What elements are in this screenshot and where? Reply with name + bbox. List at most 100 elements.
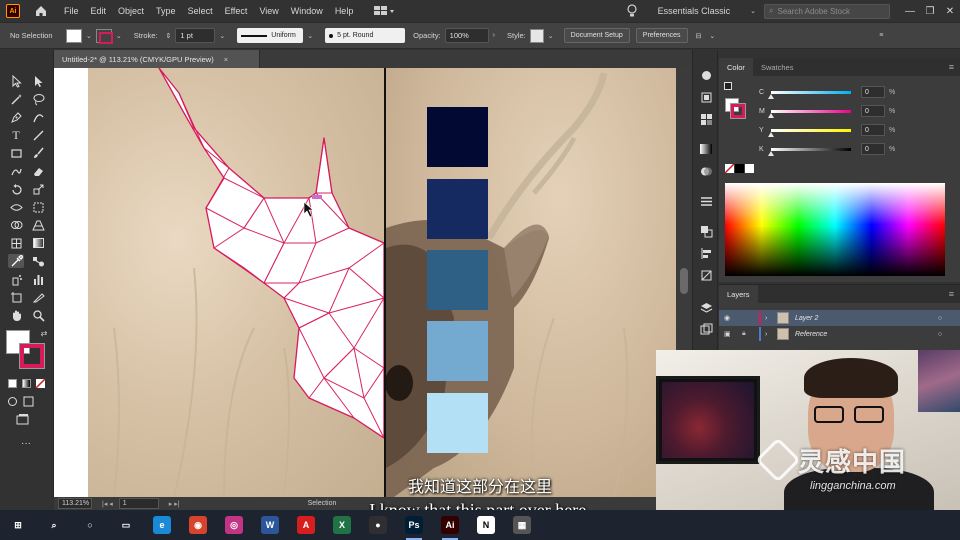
palette-swatch[interactable] xyxy=(427,250,488,310)
stroke-panel-icon[interactable] xyxy=(698,194,714,208)
taskbar-item[interactable]: Ai xyxy=(432,510,468,540)
palette-swatch[interactable] xyxy=(427,179,488,239)
edit-toolbar-icon[interactable]: ··· xyxy=(18,436,34,450)
magenta-field[interactable]: 0 xyxy=(861,105,885,117)
taskbar-item[interactable]: Ps xyxy=(396,510,432,540)
document-tab[interactable]: Untitled-2* @ 113.21% (CMYK/GPU Preview)… xyxy=(54,50,260,68)
stepper-icon[interactable]: ⇕ xyxy=(166,32,172,40)
taskbar-item[interactable]: ◉ xyxy=(180,510,216,540)
taskbar-item[interactable]: X xyxy=(324,510,360,540)
brush-definition[interactable]: 5 pt. Round xyxy=(325,28,406,43)
chevron-right-icon[interactable]: › xyxy=(493,32,495,39)
layer-row[interactable]: ◉ › Layer 2 ○ xyxy=(719,310,960,326)
layer-name[interactable]: Reference xyxy=(795,331,827,338)
close-icon[interactable]: ✕ xyxy=(940,6,960,17)
mesh-tool-icon[interactable] xyxy=(8,236,24,250)
taskbar-item[interactable]: W xyxy=(252,510,288,540)
slider-knob[interactable] xyxy=(768,93,774,99)
column-graph-tool-icon[interactable] xyxy=(30,272,46,286)
type-tool-icon[interactable]: T xyxy=(8,128,24,142)
chevron-down-icon[interactable]: ⌄ xyxy=(86,32,92,40)
yellow-slider[interactable] xyxy=(768,128,851,137)
taskbar-item[interactable]: N xyxy=(468,510,504,540)
magenta-slider[interactable] xyxy=(768,109,851,118)
tab-color[interactable]: Color xyxy=(719,58,753,76)
cyan-slider[interactable] xyxy=(768,90,851,99)
slider-knob[interactable] xyxy=(768,150,774,156)
taskbar-item[interactable]: ⌕ xyxy=(36,510,72,540)
lasso-tool-icon[interactable] xyxy=(30,92,46,106)
document-setup-button[interactable]: Document Setup xyxy=(563,28,630,43)
perspective-grid-tool-icon[interactable] xyxy=(30,218,46,232)
shaper-tool-icon[interactable] xyxy=(8,164,24,178)
swap-fill-stroke-icon[interactable]: ⇄ xyxy=(36,326,52,340)
menu-view[interactable]: View xyxy=(259,6,278,16)
pathfinder-icon[interactable] xyxy=(698,224,714,238)
color-panel-icon[interactable] xyxy=(698,68,714,82)
none-mode-icon[interactable] xyxy=(32,376,48,390)
screen-mode-icon[interactable] xyxy=(14,412,30,426)
workspace-switcher[interactable]: Essentials Classic xyxy=(658,6,731,16)
free-transform-tool-icon[interactable] xyxy=(30,200,46,214)
taskbar-item[interactable]: A xyxy=(288,510,324,540)
chevron-down-icon[interactable]: ⌄ xyxy=(219,32,225,40)
slice-tool-icon[interactable] xyxy=(30,290,46,304)
stock-search-input[interactable]: ⌕ Search Adobe Stock xyxy=(764,3,890,19)
align-icon[interactable]: ⊟ xyxy=(696,32,702,40)
color-spectrum[interactable] xyxy=(725,183,945,276)
line-segment-tool-icon[interactable] xyxy=(30,128,46,142)
slider-knob[interactable] xyxy=(768,112,774,118)
eyedropper-tool-icon[interactable] xyxy=(8,254,24,268)
chevron-down-icon[interactable]: ⌄ xyxy=(548,32,554,40)
gradient-tool-icon[interactable] xyxy=(30,236,46,250)
menu-effect[interactable]: Effect xyxy=(225,6,248,16)
menu-window[interactable]: Window xyxy=(291,6,323,16)
width-tool-icon[interactable] xyxy=(8,200,24,214)
blend-tool-icon[interactable] xyxy=(30,254,46,268)
tab-swatches[interactable]: Swatches xyxy=(753,58,802,76)
slider-knob[interactable] xyxy=(768,131,774,137)
panel-menu-icon[interactable]: ≡ xyxy=(949,62,954,72)
transform-panel-icon[interactable] xyxy=(698,268,714,282)
artboard-canvas[interactable] xyxy=(54,68,676,497)
target-circle-icon[interactable]: ○ xyxy=(938,331,942,338)
color-guide-icon[interactable] xyxy=(698,90,714,104)
opacity-label[interactable]: Opacity: xyxy=(413,31,441,40)
draw-mode-icon[interactable] xyxy=(20,394,36,408)
cyan-field[interactable]: 0 xyxy=(861,86,885,98)
more-options-icon[interactable]: ≡ xyxy=(879,32,883,39)
scrollbar-thumb[interactable] xyxy=(680,268,688,294)
taskbar-item[interactable]: ● xyxy=(360,510,396,540)
symbol-sprayer-tool-icon[interactable] xyxy=(8,272,24,286)
palette-swatch[interactable] xyxy=(427,393,488,453)
target-circle-icon[interactable]: ○ xyxy=(938,315,942,322)
stroke-swatch[interactable] xyxy=(95,28,113,44)
white-swatch[interactable] xyxy=(745,164,754,173)
stroke-color-box[interactable] xyxy=(19,343,45,369)
minimize-icon[interactable]: — xyxy=(900,6,920,17)
menu-object[interactable]: Object xyxy=(118,6,144,16)
magic-wand-tool-icon[interactable] xyxy=(8,92,24,106)
lock-icon[interactable]: 🔒︎ xyxy=(742,330,756,338)
layer-name[interactable]: Layer 2 xyxy=(795,315,818,322)
tab-layers[interactable]: Layers xyxy=(719,285,758,303)
selection-tool-icon[interactable] xyxy=(8,74,24,88)
default-colors-icon[interactable] xyxy=(724,82,732,90)
menu-type[interactable]: Type xyxy=(156,6,176,16)
taskbar-item[interactable]: ◎ xyxy=(216,510,252,540)
visibility-eye-icon[interactable]: ◉ xyxy=(724,314,738,322)
paintbrush-tool-icon[interactable] xyxy=(30,146,46,160)
pen-tool-icon[interactable] xyxy=(8,110,24,124)
align-panel-icon[interactable] xyxy=(698,246,714,260)
expand-arrow-icon[interactable]: › xyxy=(765,331,775,338)
black-swatch[interactable] xyxy=(735,164,744,173)
none-swatch[interactable] xyxy=(725,164,734,173)
artboards-panel-icon[interactable] xyxy=(698,322,714,336)
scale-tool-icon[interactable] xyxy=(30,182,46,196)
graphic-style-swatch[interactable] xyxy=(529,28,544,43)
shape-builder-tool-icon[interactable] xyxy=(8,218,24,232)
chevron-down-icon[interactable]: ⌄ xyxy=(750,7,756,15)
menu-edit[interactable]: Edit xyxy=(91,6,107,16)
expand-arrow-icon[interactable]: › xyxy=(765,315,775,322)
chevron-down-icon[interactable]: ⌄ xyxy=(307,32,313,40)
